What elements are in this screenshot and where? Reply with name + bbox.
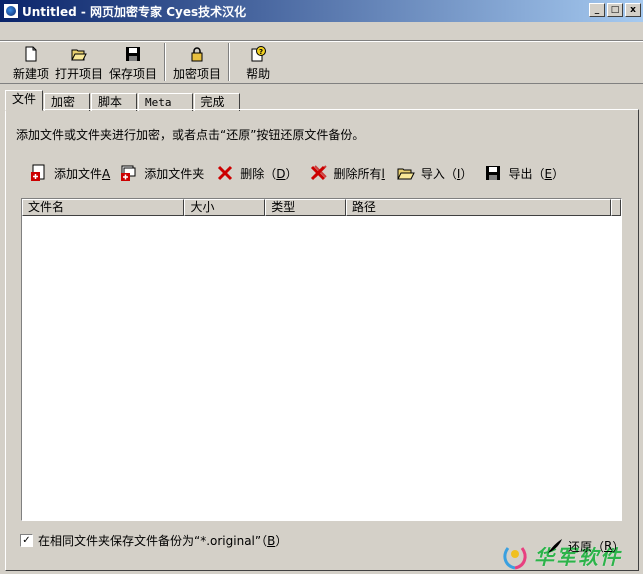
- file-list-header: 文件名 大小 类型 路径: [22, 199, 621, 216]
- floppy-disk-icon: [126, 47, 141, 61]
- help-button[interactable]: ? 帮助: [234, 41, 280, 83]
- column-header-path[interactable]: 路径: [345, 199, 611, 216]
- delete-all-button[interactable]: 删除所有l: [310, 164, 385, 182]
- instruction-text: 添加文件或文件夹进行加密，或者点击“还原”按钮还原文件备份。: [16, 128, 365, 142]
- delete-label: 删除（: [240, 166, 277, 181]
- import-label: 导入（: [420, 166, 457, 181]
- add-folder-button[interactable]: 添加文件夹: [120, 164, 204, 182]
- open-project-label: 打开项目: [55, 67, 104, 81]
- menu-bar: [0, 22, 643, 40]
- help-label: 帮助: [246, 67, 271, 81]
- help-icon: ?: [251, 46, 267, 62]
- window-controls: _ □ x: [589, 3, 641, 17]
- add-file-hotkey: A: [102, 166, 111, 181]
- quill-pen-icon: [548, 539, 562, 553]
- restore-label: 还原（: [568, 539, 605, 554]
- delete-x-icon: [218, 165, 233, 181]
- maximize-button[interactable]: □: [607, 3, 623, 17]
- delete-button[interactable]: 删除（D）: [216, 164, 298, 182]
- export-hotkey: E: [544, 166, 553, 181]
- svg-text:?: ?: [259, 48, 263, 56]
- delete-all-label: 删除所有: [333, 166, 382, 181]
- minimize-button[interactable]: _: [589, 3, 605, 17]
- new-document-icon: [25, 46, 37, 62]
- restore-button[interactable]: 还原（ R）: [546, 537, 624, 555]
- file-list[interactable]: 文件名 大小 类型 路径: [21, 198, 622, 521]
- backup-checkbox[interactable]: ✓: [20, 534, 33, 547]
- add-folder-label: 添加文件夹: [144, 166, 205, 181]
- floppy-disk-icon: [486, 166, 501, 180]
- new-project-button[interactable]: 新建项: [10, 41, 52, 83]
- column-header-size[interactable]: 大小: [184, 199, 266, 216]
- delete-hotkey: D: [276, 166, 286, 181]
- export-suffix: ）: [552, 166, 565, 181]
- tab-strip: 文件 加密 脚本 Meta 完成: [5, 89, 241, 111]
- encrypt-project-label: 加密项目: [173, 67, 222, 81]
- backup-option-hotkey: B: [267, 533, 276, 548]
- window-title: Untitled - 网页加密专家 Cyes技术汉化: [22, 4, 247, 19]
- toolbar: 新建项 打开项目 保存项目 加密项目 ? 帮助: [0, 40, 643, 84]
- delete-all-hotkey: l: [381, 166, 385, 181]
- backup-option-suffix: ）: [275, 534, 288, 548]
- open-folder-icon: [71, 49, 87, 61]
- restore-hotkey: R: [604, 539, 613, 553]
- backup-option[interactable]: ✓ 在相同文件夹保存文件备份为“*.original”（ B）: [20, 532, 287, 549]
- tab-files[interactable]: 文件: [5, 90, 44, 111]
- import-suffix: ）: [460, 166, 473, 181]
- add-file-icon: [31, 164, 45, 181]
- watermark-logo-icon: [503, 547, 527, 570]
- column-header-type[interactable]: 类型: [265, 199, 346, 216]
- file-actions: 添加文件A 添加文件夹 删除（D） 删除所有l 导入（I） 导出（E）: [30, 163, 576, 183]
- toolbar-separator: [228, 43, 231, 81]
- encrypt-project-button[interactable]: 加密项目: [170, 41, 224, 83]
- import-button[interactable]: 导入（I）: [397, 164, 473, 182]
- add-file-button[interactable]: 添加文件A: [30, 164, 110, 182]
- column-header-filler: [611, 199, 621, 216]
- export-button[interactable]: 导出（E）: [484, 164, 564, 182]
- delete-suffix: ）: [285, 166, 298, 181]
- lock-icon: [191, 47, 203, 62]
- restore-suffix: ）: [612, 539, 625, 554]
- new-project-label: 新建项: [13, 67, 50, 81]
- title-bar: Untitled - 网页加密专家 Cyes技术汉化 _ □ x: [0, 0, 643, 22]
- add-folder-icon: [121, 165, 136, 181]
- toolbar-separator: [164, 43, 167, 81]
- backup-option-label: 在相同文件夹保存文件备份为“*.original”（: [38, 534, 268, 548]
- delete-all-x-icon: [310, 165, 327, 181]
- save-project-label: 保存项目: [109, 67, 158, 81]
- app-icon: [3, 3, 19, 19]
- export-label: 导出（: [508, 166, 545, 181]
- open-project-button[interactable]: 打开项目: [52, 41, 106, 83]
- open-folder-icon: [397, 168, 415, 180]
- add-file-label: 添加文件: [54, 166, 103, 181]
- save-project-button[interactable]: 保存项目: [106, 41, 160, 83]
- close-button[interactable]: x: [625, 3, 641, 17]
- column-header-filename[interactable]: 文件名: [22, 199, 185, 216]
